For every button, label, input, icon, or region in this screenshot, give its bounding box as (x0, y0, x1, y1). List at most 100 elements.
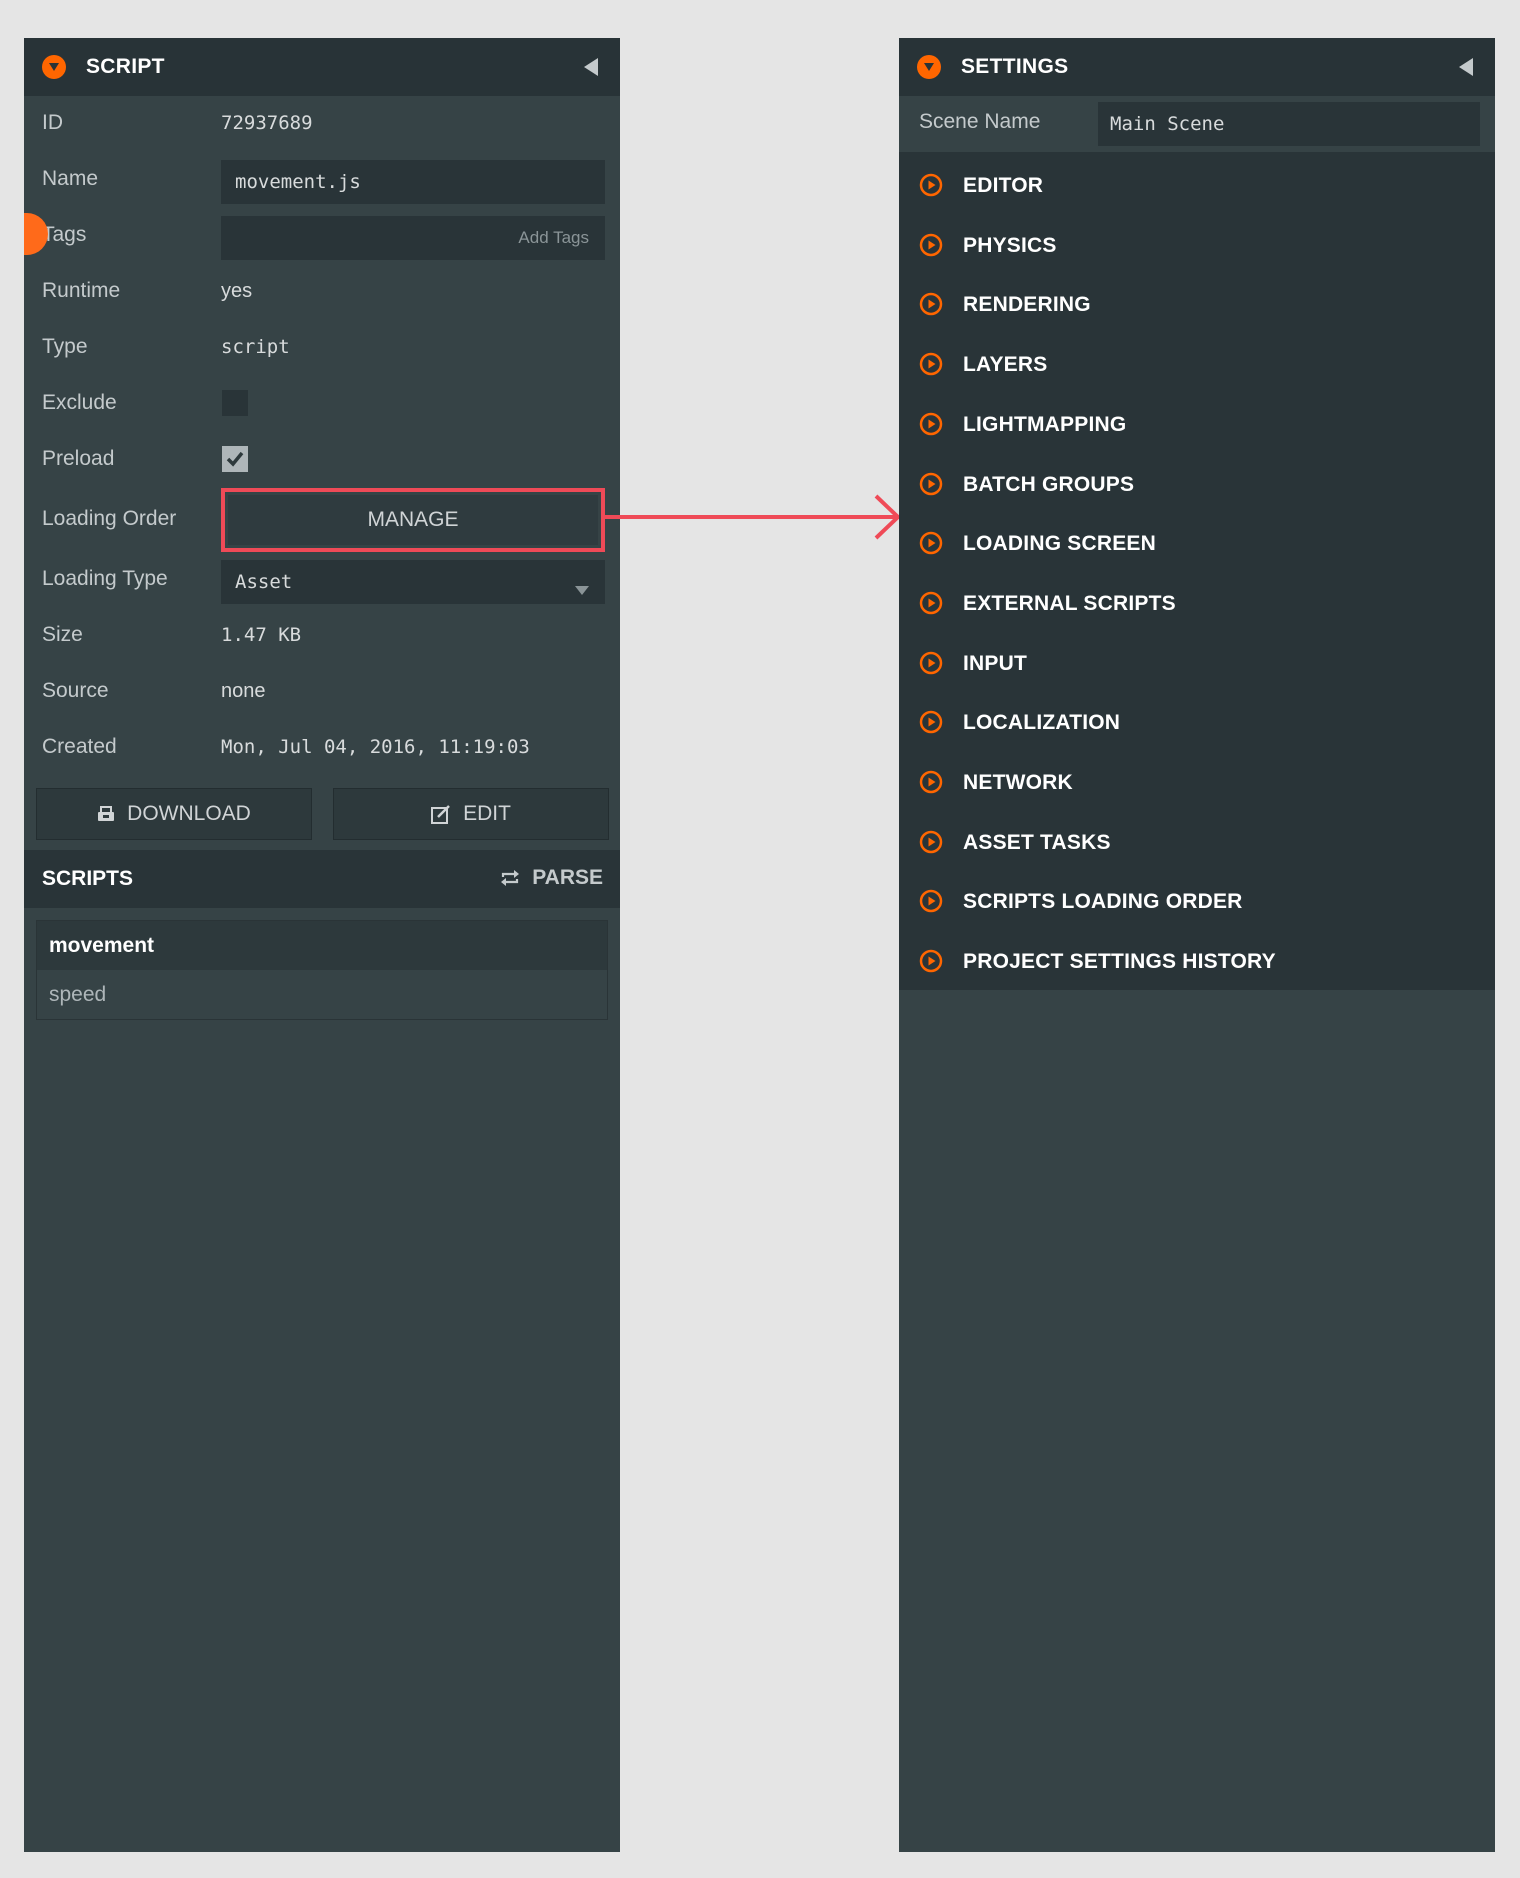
settings-section-label: RENDERING (963, 293, 1091, 317)
panel-title: SETTINGS (961, 55, 1069, 78)
collapse-arrow-icon[interactable] (584, 58, 598, 81)
script-name: movement (37, 921, 607, 970)
settings-section-label: LOCALIZATION (963, 711, 1121, 735)
size-value: 1.47 KB (221, 624, 302, 646)
field-size: Size 1.47 KB (24, 608, 620, 664)
settings-panel-header[interactable]: SETTINGS (899, 38, 1495, 96)
edit-button[interactable]: EDIT (333, 788, 609, 840)
field-name: Name movement.js (24, 152, 620, 208)
settings-section-asset-tasks[interactable]: ASSET TASKS (899, 813, 1495, 873)
tags-input[interactable]: Add Tags (221, 216, 605, 260)
created-value: Mon, Jul 04, 2016, 11:19:03 (221, 736, 530, 758)
dropdown-arrow-icon (575, 578, 589, 600)
parse-button[interactable]: PARSE (500, 866, 603, 890)
play-circle-icon (919, 292, 943, 321)
field-runtime: Runtime yes (24, 264, 620, 320)
expand-chevron-icon[interactable] (42, 55, 66, 79)
checkmark-icon (226, 451, 244, 467)
field-source: Source none (24, 664, 620, 720)
play-circle-icon (919, 412, 943, 441)
settings-panel: SETTINGS Scene Name Main Scene EDITOR PHY… (899, 38, 1495, 1852)
refresh-icon (501, 870, 520, 886)
settings-section-label: PHYSICS (963, 233, 1057, 257)
play-circle-icon (919, 352, 943, 381)
download-icon (98, 806, 115, 821)
script-panel-header[interactable]: SCRIPT (24, 38, 620, 96)
settings-section-input[interactable]: INPUT (899, 634, 1495, 694)
edit-icon (431, 805, 450, 824)
script-attribute: speed (49, 982, 107, 1006)
tags-placeholder: Add Tags (518, 228, 589, 247)
field-id: ID 72937689 (24, 96, 620, 152)
field-type: Type script (24, 320, 620, 376)
runtime-value: yes (221, 280, 253, 302)
field-label: Created (42, 735, 117, 758)
play-circle-icon (919, 591, 943, 620)
play-circle-icon (919, 531, 943, 560)
scripts-section-title: SCRIPTS (42, 867, 134, 890)
parse-label: PARSE (532, 866, 603, 889)
panel-title: SCRIPT (86, 55, 165, 78)
type-value: script (221, 336, 290, 358)
settings-section-batch-groups[interactable]: BATCH GROUPS (899, 455, 1495, 515)
field-label: Type (42, 335, 88, 358)
settings-section-loading-screen[interactable]: LOADING SCREEN (899, 514, 1495, 574)
field-label: Loading Type (42, 567, 168, 590)
edit-label: EDIT (463, 802, 511, 825)
settings-section-label: EDITOR (963, 174, 1044, 197)
field-label: ID (42, 111, 63, 134)
field-exclude: Exclude (24, 376, 620, 432)
settings-section-physics[interactable]: PHYSICS (899, 216, 1495, 276)
play-circle-icon (919, 830, 943, 859)
scene-name-input[interactable]: Main Scene (1098, 102, 1480, 146)
play-circle-icon (919, 472, 943, 501)
field-label: Runtime (42, 279, 121, 302)
field-label: Exclude (42, 391, 117, 414)
download-button[interactable]: DOWNLOAD (36, 788, 312, 840)
manage-highlight-box: MANAGE (221, 488, 605, 552)
field-label: Name (42, 167, 99, 190)
collapse-arrow-icon[interactable] (1459, 58, 1473, 81)
list-item[interactable]: movement speed (36, 920, 608, 1020)
play-circle-icon (919, 233, 943, 262)
settings-section-label: BATCH GROUPS (963, 472, 1135, 496)
field-created: Created Mon, Jul 04, 2016, 11:19:03 (24, 720, 620, 776)
play-circle-icon (919, 173, 943, 202)
preload-checkbox[interactable] (222, 446, 248, 472)
field-tags: Tags Add Tags (24, 208, 620, 264)
settings-section-project-settings-history[interactable]: PROJECT SETTINGS HISTORY (899, 932, 1495, 992)
field-label: Source (42, 679, 109, 702)
play-circle-icon (919, 949, 943, 978)
exclude-checkbox[interactable] (222, 390, 248, 416)
settings-section-lightmapping[interactable]: LIGHTMAPPING (899, 395, 1495, 455)
settings-section-network[interactable]: NETWORK (899, 753, 1495, 813)
script-inspector-panel: SCRIPT ID 72937689 Name movement.js Tags… (24, 38, 620, 1852)
settings-section-editor[interactable]: EDITOR (899, 156, 1495, 216)
settings-section-label: SCRIPTS LOADING ORDER (963, 890, 1243, 914)
expand-chevron-icon[interactable] (917, 55, 941, 79)
loading-type-value: Asset (235, 571, 293, 593)
scripts-section-header: SCRIPTS PARSE (24, 850, 620, 908)
settings-section-label: EXTERNAL SCRIPTS (963, 591, 1176, 615)
loading-type-select[interactable]: Asset (221, 560, 605, 604)
settings-section-localization[interactable]: LOCALIZATION (899, 693, 1495, 753)
scene-name-label: Scene Name (919, 110, 1041, 133)
name-input[interactable]: movement.js (221, 160, 605, 204)
source-value: none (221, 680, 266, 702)
settings-section-label: PROJECT SETTINGS HISTORY (963, 950, 1276, 974)
download-label: DOWNLOAD (127, 802, 251, 825)
settings-section-scripts-loading-order[interactable]: SCRIPTS LOADING ORDER (899, 872, 1495, 932)
settings-section-external-scripts[interactable]: EXTERNAL SCRIPTS (899, 574, 1495, 634)
play-circle-icon (919, 889, 943, 918)
id-value: 72937689 (221, 112, 313, 134)
field-preload: Preload (24, 432, 620, 488)
scene-name-row: Scene Name Main Scene (899, 96, 1495, 152)
settings-section-label: ASSET TASKS (963, 830, 1111, 854)
field-label: Size (42, 623, 83, 646)
settings-section-label: LIGHTMAPPING (963, 412, 1127, 436)
settings-section-rendering[interactable]: RENDERING (899, 275, 1495, 335)
settings-section-label: NETWORK (963, 771, 1073, 794)
settings-section-label: LOADING SCREEN (963, 532, 1156, 556)
settings-section-layers[interactable]: LAYERS (899, 335, 1495, 395)
manage-button[interactable]: MANAGE (228, 495, 598, 545)
